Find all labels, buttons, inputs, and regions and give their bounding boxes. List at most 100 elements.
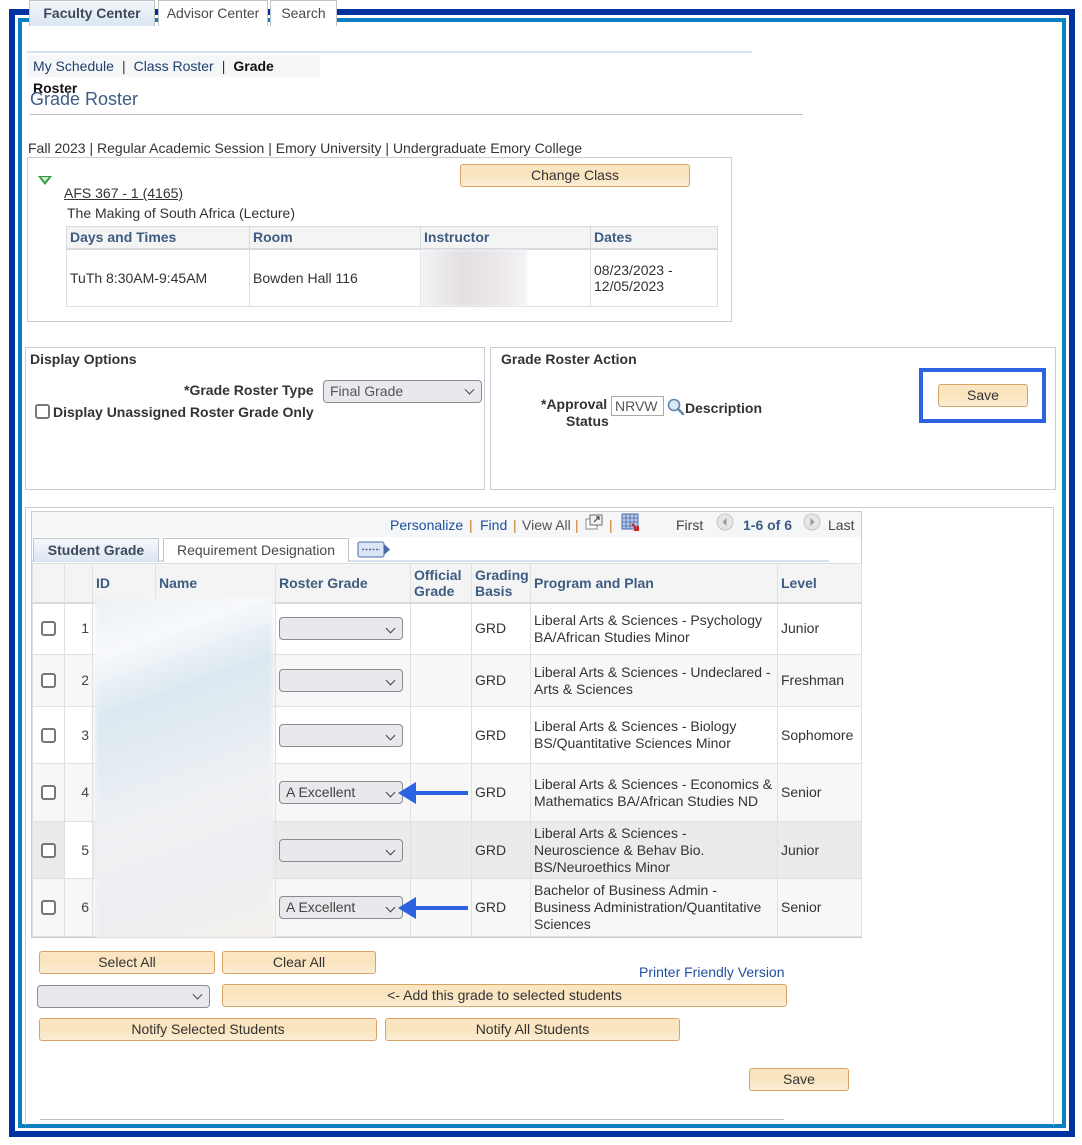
download-spreadsheet-icon[interactable] xyxy=(621,513,640,531)
chevron-down-icon xyxy=(464,384,475,395)
breadcrumb: My Schedule | Class Roster | Grade Roster xyxy=(27,55,320,96)
program-plan: Bachelor of Business Admin - Business Ad… xyxy=(530,878,778,937)
roster-grade-select[interactable]: A Excellent xyxy=(279,781,403,804)
program-plan: Liberal Arts & Sciences - Psychology BA/… xyxy=(530,602,778,655)
instructor-redacted xyxy=(421,249,527,306)
chevron-down-icon xyxy=(385,675,396,686)
previous-arrow-icon[interactable] xyxy=(716,513,734,531)
nav-separator: | xyxy=(121,58,126,74)
roster-type-select[interactable]: Final Grade xyxy=(323,380,482,403)
col-room: Room xyxy=(249,226,421,250)
clear-all-button[interactable]: Clear All xyxy=(222,951,376,974)
official-grade xyxy=(410,602,472,655)
meeting-row: TuTh 8:30AM-9:45AM Bowden Hall 116 08/23… xyxy=(66,248,718,307)
roster-grade-cell: A Excellent xyxy=(275,878,411,937)
chevron-down-icon xyxy=(385,730,396,740)
row-number: 6 xyxy=(64,878,93,937)
roster-grade-cell xyxy=(275,654,411,707)
level: Sophomore xyxy=(777,706,862,764)
approval-status-label-2: Status xyxy=(566,413,609,429)
unassigned-only-label: Display Unassigned Roster Grade Only xyxy=(53,404,314,420)
find-link[interactable]: Find xyxy=(480,517,507,533)
level: Freshman xyxy=(777,654,862,707)
display-options-title: Display Options xyxy=(30,351,137,367)
level: Senior xyxy=(777,878,862,937)
annotation-arrow-left-icon xyxy=(398,782,468,804)
tab-faculty-center[interactable]: Faculty Center xyxy=(29,0,155,26)
nav-class-roster[interactable]: Class Roster xyxy=(134,58,214,74)
roster-grade-select[interactable] xyxy=(279,669,403,692)
tab-requirement-designation[interactable]: Requirement Designation xyxy=(163,538,349,562)
col-days-times: Days and Times xyxy=(66,226,250,250)
col-level: Level xyxy=(777,563,862,604)
view-all-link[interactable]: View All xyxy=(522,517,571,533)
row-select-cell[interactable] xyxy=(32,821,65,879)
tab-student-grade[interactable]: Student Grade xyxy=(33,538,159,562)
meeting-table: Days and Times Room Instructor Dates TuT… xyxy=(66,226,718,307)
roster-grade-select[interactable] xyxy=(279,838,403,862)
printer-friendly-link[interactable]: Printer Friendly Version xyxy=(639,964,785,980)
next-arrow-icon[interactable] xyxy=(803,513,821,531)
grading-basis: GRD xyxy=(471,763,531,822)
nav-separator: | xyxy=(575,517,579,533)
col-name: Name xyxy=(155,563,276,604)
approval-status-input[interactable]: NRVW xyxy=(611,396,664,416)
notify-selected-button[interactable]: Notify Selected Students xyxy=(39,1018,377,1041)
level: Junior xyxy=(777,821,862,879)
program-plan: Liberal Arts & Sciences - Biology BS/Qua… xyxy=(530,706,778,764)
row-checkbox[interactable] xyxy=(41,842,56,858)
class-link[interactable]: AFS 367 - 1 (4165) xyxy=(64,185,183,201)
grading-basis: GRD xyxy=(471,602,531,655)
grading-basis: GRD xyxy=(471,878,531,937)
add-grade-button[interactable]: <- Add this grade to selected students xyxy=(222,984,787,1007)
roster-type-label: *Grade Roster Type xyxy=(184,382,314,398)
program-plan: Liberal Arts & Sciences - Neuroscience &… xyxy=(530,821,778,879)
row-select-cell[interactable] xyxy=(32,602,65,655)
row-checkbox[interactable] xyxy=(41,727,56,743)
row-select-cell[interactable] xyxy=(32,878,65,937)
row-checkbox[interactable] xyxy=(41,673,56,688)
save-button-bottom[interactable]: Save xyxy=(749,1068,849,1091)
row-select-cell[interactable] xyxy=(32,654,65,707)
tab-search[interactable]: Search xyxy=(270,0,337,26)
roster-grade-cell xyxy=(275,602,411,655)
show-all-columns-icon[interactable] xyxy=(357,541,391,558)
row-checkbox[interactable] xyxy=(41,900,56,915)
notify-all-button[interactable]: Notify All Students xyxy=(385,1018,680,1041)
nav-separator: | xyxy=(221,58,226,74)
roster-grade-cell: A Excellent xyxy=(275,763,411,822)
collapse-triangle-icon[interactable] xyxy=(38,176,52,185)
room-cell: Bowden Hall 116 xyxy=(249,248,421,307)
new-window-icon[interactable] xyxy=(585,514,604,531)
row-number: 1 xyxy=(64,602,93,655)
level: Senior xyxy=(777,763,862,822)
bulk-grade-select[interactable] xyxy=(37,985,210,1008)
tab-advisor-center[interactable]: Advisor Center xyxy=(158,0,268,26)
first-link[interactable]: First xyxy=(676,517,703,533)
chevron-down-icon xyxy=(385,902,396,913)
roster-grade-select[interactable]: A Excellent xyxy=(279,896,403,919)
title-divider xyxy=(30,114,803,115)
personalize-link[interactable]: Personalize xyxy=(390,517,463,533)
row-number: 3 xyxy=(64,706,93,764)
row-checkbox[interactable] xyxy=(41,785,56,800)
roster-grade-select[interactable] xyxy=(279,617,403,641)
last-link[interactable]: Last xyxy=(828,517,854,533)
official-grade xyxy=(410,821,472,879)
change-class-button[interactable]: Change Class xyxy=(460,164,690,187)
row-number: 2 xyxy=(64,654,93,707)
lookup-magnifier-icon[interactable] xyxy=(667,398,685,416)
nav-separator: | xyxy=(469,517,473,533)
description-label: Description xyxy=(685,400,763,416)
select-all-button[interactable]: Select All xyxy=(39,951,215,974)
row-select-cell[interactable] xyxy=(32,763,65,822)
roster-grade-select[interactable] xyxy=(279,723,403,747)
nav-separator: | xyxy=(609,517,613,533)
row-number: 5 xyxy=(64,821,93,879)
approval-status-label-1: *Approval xyxy=(541,396,608,412)
nav-my-schedule[interactable]: My Schedule xyxy=(33,58,114,74)
row-select-cell[interactable] xyxy=(32,706,65,764)
grading-basis: GRD xyxy=(471,821,531,879)
unassigned-only-checkbox[interactable] xyxy=(35,404,50,419)
row-checkbox[interactable] xyxy=(41,621,56,637)
